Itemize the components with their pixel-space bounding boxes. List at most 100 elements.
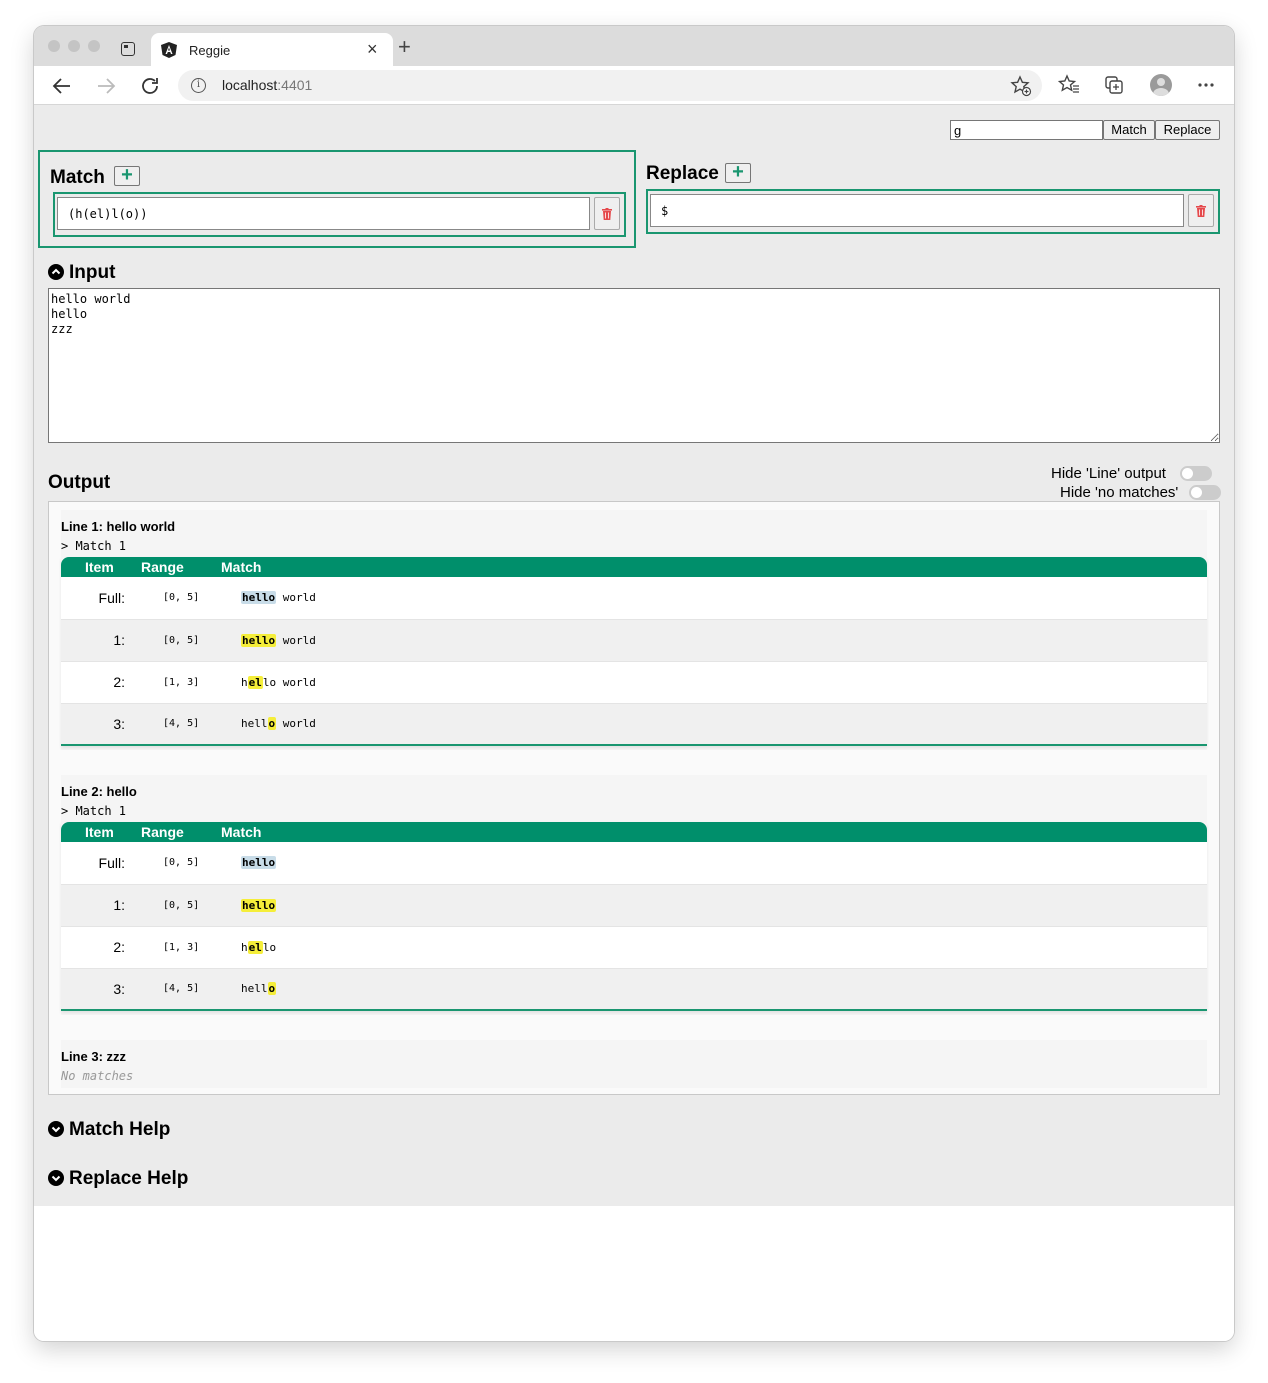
table-row: 1: [0, 5] hello world (61, 619, 1207, 662)
match-table: Item Range Match Full: [0, 5] hello 1: [… (61, 822, 1207, 1011)
header-item: Item (85, 559, 114, 575)
tab-reggie[interactable]: Reggie × (151, 33, 393, 67)
row-match: hello world (221, 577, 1207, 620)
header-item: Item (85, 824, 114, 840)
delete-replace-button[interactable] (1188, 194, 1214, 227)
replace-mode-button[interactable]: Replace (1155, 120, 1220, 140)
row-range: [0, 5] (141, 884, 221, 927)
row-range: [4, 5] (141, 968, 221, 1011)
hide-nomatch-toggle[interactable] (1189, 485, 1221, 500)
header-match: Match (221, 824, 262, 840)
window-zoom-light[interactable] (88, 40, 100, 52)
input-textarea[interactable]: hello world hello zzz (48, 288, 1220, 443)
table-row: 3: [4, 5] hello (61, 968, 1207, 1011)
collections-icon[interactable] (1103, 74, 1125, 96)
row-match: hello world (221, 703, 1207, 746)
row-range: [4, 5] (141, 703, 221, 746)
match-mode-button[interactable]: Match (1103, 120, 1155, 140)
match-help-title[interactable]: Match Help (69, 1119, 170, 1141)
row-match: hello (221, 884, 1207, 927)
row-range: [0, 5] (141, 577, 221, 620)
header-range: Range (141, 559, 184, 575)
row-range: [1, 3] (141, 661, 221, 704)
group-highlight: el (247, 940, 263, 954)
output-title: Output (48, 472, 111, 493)
match-title: Match (50, 167, 105, 188)
back-icon[interactable] (50, 74, 74, 98)
group-highlight: hello (241, 633, 277, 647)
full-match-highlight: hello (241, 591, 277, 605)
match-expression-input[interactable] (57, 197, 590, 230)
tab-actions-icon[interactable] (121, 42, 135, 56)
row-match: hello (221, 968, 1207, 1011)
add-match-button[interactable]: + (114, 165, 140, 186)
tab-title: Reggie (189, 43, 231, 58)
no-matches-text: No matches (61, 1069, 134, 1083)
match-expression-box (53, 192, 626, 237)
input-title: Input (69, 262, 116, 283)
match-header[interactable]: > Match 1 (61, 539, 126, 553)
replace-expression-box (646, 189, 1220, 234)
row-item: 1: (61, 619, 141, 662)
favorites-icon[interactable] (1058, 74, 1080, 96)
more-menu-icon[interactable] (1195, 74, 1217, 96)
app-page: Match Replace Match + Replace + (34, 105, 1234, 1206)
collapse-input-icon[interactable] (48, 264, 64, 280)
delete-match-button[interactable] (594, 197, 620, 230)
hide-line-toggle[interactable] (1180, 466, 1212, 481)
output-box: Line 1: hello world > Match 1 Item Range… (48, 501, 1220, 1095)
row-item: Full: (61, 842, 141, 885)
table-row: Full: [0, 5] hello world (61, 577, 1207, 620)
group-highlight: o (267, 717, 277, 731)
address-url[interactable]: localhost:4401 (222, 77, 312, 93)
row-range: [1, 3] (141, 926, 221, 969)
reload-icon[interactable] (138, 74, 162, 98)
window-close-light[interactable] (48, 40, 60, 52)
row-item: 1: (61, 884, 141, 927)
mode-input[interactable] (950, 120, 1103, 140)
add-replace-button[interactable]: + (725, 162, 751, 183)
match-panel: Match + (38, 150, 636, 248)
table-row: Full: [0, 5] hello (61, 842, 1207, 885)
line-header: Line 1: hello world (61, 519, 176, 534)
row-match: hello (221, 842, 1207, 885)
browser-toolbar: i localhost:4401 (34, 66, 1234, 105)
browser-window: Reggie × + i localhost:4401 g Match Repl… (34, 26, 1234, 1341)
table-row: 3: [4, 5] hello world (61, 703, 1207, 746)
row-item: 2: (61, 926, 141, 969)
full-match-highlight: hello (241, 856, 277, 870)
address-bar[interactable]: i localhost:4401 (178, 70, 1042, 101)
match-table: Item Range Match Full: [0, 5] hello worl… (61, 557, 1207, 746)
group-highlight: el (247, 675, 263, 689)
replace-help-title[interactable]: Replace Help (69, 1168, 188, 1190)
tab-close-icon[interactable]: × (367, 40, 378, 58)
row-item: 3: (61, 703, 141, 746)
row-item: 2: (61, 661, 141, 704)
new-tab-icon[interactable]: + (398, 36, 411, 58)
row-match: hello world (221, 619, 1207, 662)
angular-logo-icon (161, 42, 177, 58)
row-range: [0, 5] (141, 842, 221, 885)
trash-icon (1196, 205, 1206, 217)
add-favorite-icon[interactable] (1010, 75, 1032, 97)
profile-avatar[interactable] (1150, 74, 1172, 96)
trash-icon (602, 208, 612, 220)
forward-icon[interactable] (94, 74, 118, 98)
row-match: hello (221, 926, 1207, 969)
group-highlight: o (267, 982, 277, 996)
tab-strip: Reggie × + (34, 26, 1234, 67)
match-header[interactable]: > Match 1 (61, 804, 126, 818)
header-match: Match (221, 559, 262, 575)
table-row: 1: [0, 5] hello (61, 884, 1207, 927)
page-blank-area (34, 1206, 1234, 1341)
expand-match-help-icon[interactable] (48, 1121, 64, 1137)
group-highlight: hello (241, 898, 277, 912)
hide-nomatch-label: Hide 'no matches' (1060, 484, 1179, 501)
line-card: Line 2: hello > Match 1 Item Range Match… (61, 775, 1207, 1015)
row-item: 3: (61, 968, 141, 1011)
window-minimize-light[interactable] (68, 40, 80, 52)
replace-expression-input[interactable] (650, 194, 1184, 227)
expand-replace-help-icon[interactable] (48, 1170, 64, 1186)
site-info-icon[interactable]: i (191, 78, 206, 93)
table-row: 2: [1, 3] hello (61, 926, 1207, 969)
